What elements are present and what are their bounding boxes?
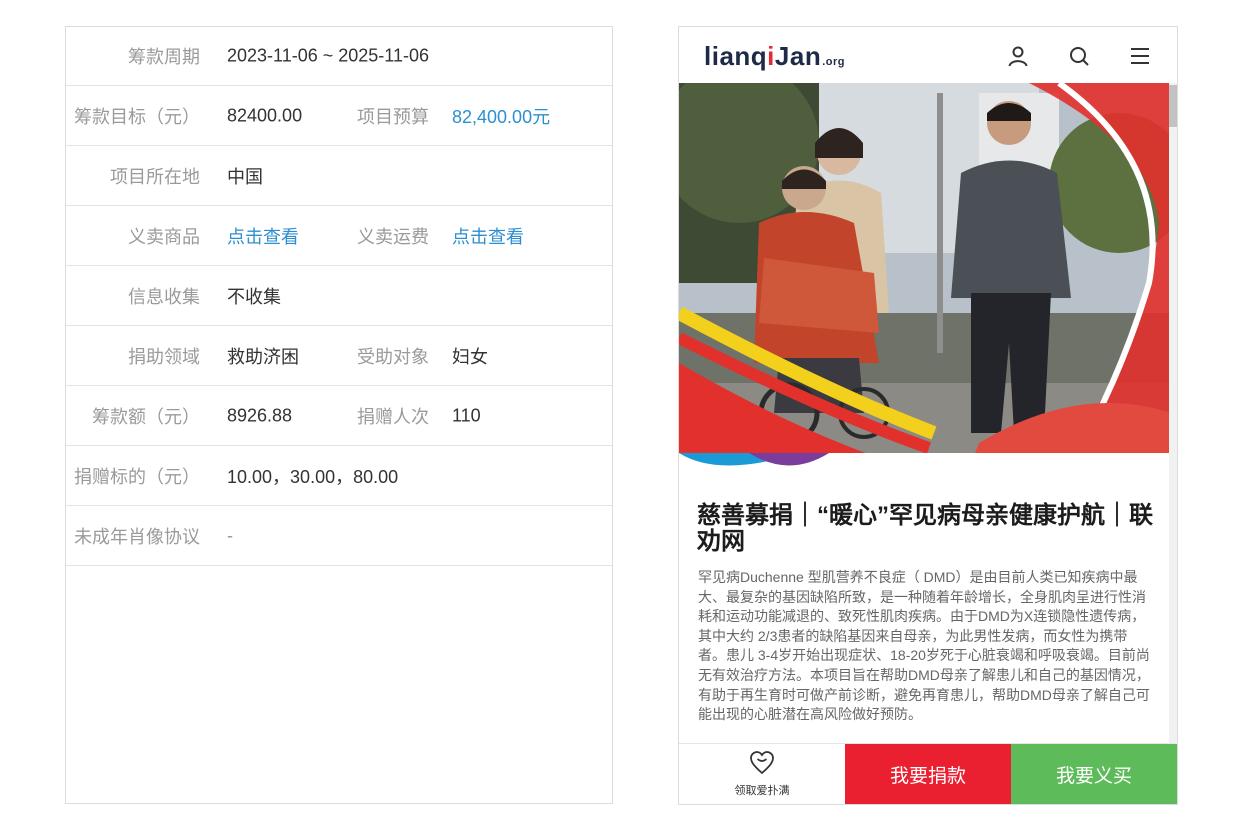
beneficiary-value: 妇女 xyxy=(452,346,488,367)
info-collection-label: 信息收集 xyxy=(128,286,200,307)
mobile-preview: lianqiJan.org 慈善募捐｜“暖心”罕见病母亲健康护航｜联劝网 罕见病… xyxy=(678,26,1178,805)
info-row-info-collection: 信息收集 不收集 xyxy=(66,266,612,326)
piggy-bank-caption: 领取爱扑满 xyxy=(734,785,790,797)
info-row-charity-sale: 义卖商品 点击查看 义卖运费 点击查看 xyxy=(66,206,612,266)
piggy-bank-button[interactable]: 领取爱扑满 xyxy=(679,744,845,804)
scrollbar-thumb[interactable] xyxy=(1169,85,1177,127)
project-info-table: 筹款周期 2023-11-06 ~ 2025-11-06 筹款目标（元） 824… xyxy=(65,26,613,804)
raised-value: 8926.88 xyxy=(227,405,293,425)
donation-amounts-label: 捐赠标的（元） xyxy=(74,466,200,487)
period-value: 2023-11-06 ~ 2025-11-06 xyxy=(227,45,429,66)
budget-value: 82,400.00元 xyxy=(452,106,551,127)
mobile-header: lianqiJan.org xyxy=(679,27,1177,83)
info-row-field: 捐助领域 救助济困 受助对象 妇女 xyxy=(66,326,612,386)
site-logo[interactable]: lianqiJan.org xyxy=(704,41,845,72)
field-value: 救助济困 xyxy=(227,346,299,367)
raised-label: 筹款额（元） xyxy=(92,406,200,427)
charity-buy-button[interactable]: 我要义买 xyxy=(1011,744,1177,804)
bottom-action-bar: 领取爱扑满 我要捐款 我要义买 xyxy=(679,743,1177,804)
period-label: 筹款周期 xyxy=(128,47,200,67)
target-value: 82400.00 xyxy=(227,105,303,125)
location-label: 项目所在地 xyxy=(110,166,200,187)
heart-icon xyxy=(750,751,774,775)
sale-shipping-link[interactable]: 点击查看 xyxy=(452,223,524,249)
minor-agreement-label: 未成年肖像协议 xyxy=(74,526,200,547)
project-title: 慈善募捐｜“暖心”罕见病母亲健康护航｜联劝网 xyxy=(697,502,1153,555)
info-collection-value: 不收集 xyxy=(227,286,281,307)
user-icon[interactable] xyxy=(1006,44,1030,68)
beneficiary-label: 受助对象 xyxy=(357,346,429,367)
donor-count-label: 捐赠人次 xyxy=(357,406,429,427)
donate-button[interactable]: 我要捐款 xyxy=(845,744,1011,804)
sale-goods-label: 义卖商品 xyxy=(128,226,200,247)
info-row-location: 项目所在地 中国 xyxy=(66,146,612,206)
info-row-raised: 筹款额（元） 8926.88 捐赠人次 110 xyxy=(66,386,612,446)
budget-label: 项目预算 xyxy=(357,106,429,127)
info-row-target: 筹款目标（元） 82400.00 项目预算 82,400.00元 xyxy=(66,86,612,146)
search-icon[interactable] xyxy=(1067,44,1091,68)
info-row-period: 筹款周期 2023-11-06 ~ 2025-11-06 xyxy=(66,27,612,86)
info-row-donation-amounts: 捐赠标的（元） 10.00，30.00，80.00 xyxy=(66,446,612,506)
minor-agreement-value: - xyxy=(227,525,233,545)
field-label: 捐助领域 xyxy=(128,346,200,367)
donor-count-value: 110 xyxy=(452,405,481,425)
menu-icon[interactable] xyxy=(1128,44,1152,68)
project-description: 罕见病Duchenne 型肌营养不良症（ DMD）是由目前人类已知疾病中最大、最… xyxy=(698,569,1150,723)
donation-amounts-value: 10.00，30.00，80.00 xyxy=(227,466,399,487)
info-row-minor-agreement: 未成年肖像协议 - xyxy=(66,506,612,566)
sale-goods-link[interactable]: 点击查看 xyxy=(227,223,299,249)
hero-image xyxy=(679,83,1171,468)
sale-shipping-label: 义卖运费 xyxy=(357,226,429,247)
target-label: 筹款目标（元） xyxy=(74,106,200,127)
location-value: 中国 xyxy=(227,166,263,187)
scrollbar-track[interactable] xyxy=(1169,83,1177,750)
